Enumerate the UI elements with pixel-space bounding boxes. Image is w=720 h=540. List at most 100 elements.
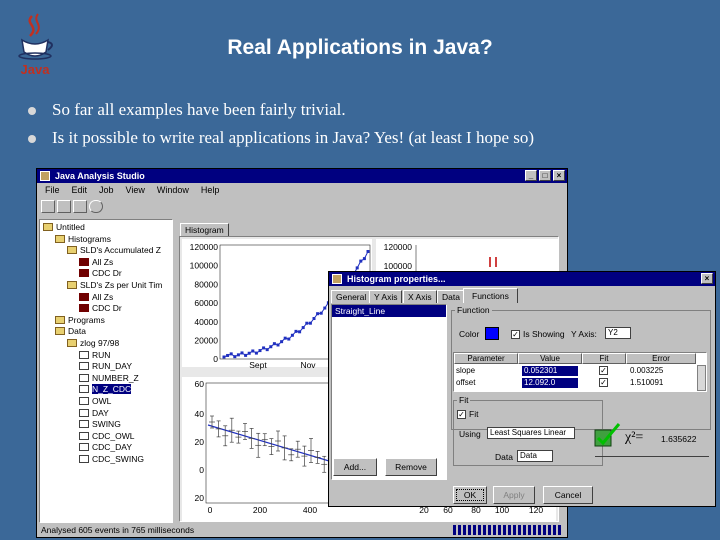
fit-checkbox-label: Fit: [469, 409, 479, 419]
tree-item[interactable]: Programs: [43, 315, 169, 327]
chi2-field: [595, 456, 709, 466]
tree-item-label: Programs: [68, 314, 105, 325]
folder-icon: [67, 246, 77, 255]
table-row-0-error: 0.003225: [630, 366, 664, 375]
tree-item-label: RUN: [92, 349, 111, 360]
table-row-1-error: 1.510091: [630, 378, 664, 387]
ok-button[interactable]: OK: [453, 486, 487, 504]
right-plot-y-tick: 120000: [384, 242, 413, 252]
chi2-value: 1.635622: [661, 434, 697, 444]
tab-histogram[interactable]: Histogram: [180, 223, 229, 236]
folder-icon: [55, 327, 65, 336]
maximize-button[interactable]: □: [539, 170, 551, 181]
open-icon[interactable]: [57, 200, 71, 213]
tab-y-axis[interactable]: Y Axis: [369, 290, 403, 303]
tab-general[interactable]: General: [331, 290, 372, 303]
apply-button[interactable]: Apply: [493, 486, 535, 504]
tree-item[interactable]: RUN_DAY: [43, 361, 169, 373]
tree-item[interactable]: SLD's Accumulated Z: [43, 245, 169, 257]
menu-edit[interactable]: Edit: [72, 183, 88, 198]
tree-item[interactable]: All Zs: [43, 257, 169, 269]
tree-item-label: SLD's Accumulated Z: [80, 245, 161, 256]
table-row-0-value[interactable]: 0.052301: [522, 366, 578, 376]
tree-item[interactable]: Untitled: [43, 222, 169, 234]
col-value[interactable]: Value: [518, 353, 582, 364]
table-row-1-value[interactable]: 12.092.0: [522, 378, 578, 388]
col-parameter[interactable]: Parameter: [454, 353, 518, 364]
menu-window[interactable]: Window: [157, 183, 189, 198]
close-button[interactable]: ×: [553, 170, 565, 181]
dialog-close-button[interactable]: ×: [701, 273, 713, 284]
tree-item[interactable]: CDC Dr: [43, 303, 169, 315]
tree-item[interactable]: SWING: [43, 419, 169, 431]
new-icon[interactable]: [41, 200, 55, 213]
col-fit[interactable]: Fit: [582, 353, 626, 364]
remove-button[interactable]: Remove: [385, 458, 437, 476]
tree-item[interactable]: CDC_DAY: [43, 442, 169, 454]
top-plot-y-tick: 60000: [194, 298, 218, 308]
fit-checkbox[interactable]: ✓: [457, 410, 466, 419]
tree-item-label: CDC_SWING: [92, 453, 144, 464]
histogram-properties-dialog: Histogram properties... × General Y Axis…: [328, 271, 716, 507]
minimize-button[interactable]: _: [525, 170, 537, 181]
top-plot-x-tick: Sept: [249, 360, 267, 370]
tree-item[interactable]: CDC_OWL: [43, 431, 169, 443]
y-axis-select[interactable]: Y2: [605, 327, 631, 339]
tree-item[interactable]: Data: [43, 326, 169, 338]
tree-item[interactable]: OWL: [43, 396, 169, 408]
tab-functions[interactable]: Functions: [463, 288, 518, 303]
cancel-button[interactable]: Cancel: [543, 486, 593, 504]
main-titlebar[interactable]: Java Analysis Studio _ □ ×: [37, 169, 567, 183]
using-select[interactable]: Least Squares Linear: [487, 427, 575, 439]
tree-item-label: N_Z_CDC: [92, 384, 132, 395]
tree-item[interactable]: zlog 97/98: [43, 338, 169, 350]
bottom-plot-y-tick: 20: [195, 437, 205, 447]
menu-job[interactable]: Job: [99, 183, 114, 198]
tree-item[interactable]: CDC Dr: [43, 268, 169, 280]
fit-status-check-icon: [594, 423, 621, 447]
folder-icon: [67, 338, 77, 347]
table-row-1-fit-checkbox[interactable]: ✓: [599, 378, 608, 387]
tab-data[interactable]: Data: [437, 290, 465, 303]
table-row-0-fit-checkbox[interactable]: ✓: [599, 366, 608, 375]
tree-item-label: DAY: [92, 407, 109, 418]
settings-icon[interactable]: [89, 200, 103, 213]
folder-icon: [55, 315, 65, 324]
tree-item[interactable]: SLD's Zs per Unit Tim: [43, 280, 169, 292]
app-icon: [40, 171, 50, 181]
col-error[interactable]: Error: [626, 353, 696, 364]
dialog-icon: [332, 274, 342, 284]
menu-view[interactable]: View: [126, 183, 145, 198]
top-plot-y-tick: 100000: [190, 261, 219, 271]
function-list[interactable]: Straight_Line: [331, 304, 447, 480]
fit-group-label: Fit: [457, 395, 471, 405]
bottom-plot-x-tick: 0: [208, 505, 213, 515]
color-swatch[interactable]: [485, 327, 499, 340]
add-button[interactable]: Add...: [333, 458, 377, 476]
tree-item[interactable]: NUMBER_Z: [43, 373, 169, 385]
is-showing-label: Is Showing: [523, 329, 565, 339]
tree-item[interactable]: All Zs: [43, 292, 169, 304]
bottom-plot-y-tick: 0: [199, 465, 204, 475]
menu-file[interactable]: File: [45, 183, 60, 198]
function-list-item[interactable]: Straight_Line: [332, 305, 446, 317]
project-tree[interactable]: Untitled Histograms SLD's Accumulated Z All…: [39, 219, 173, 523]
tab-x-axis[interactable]: X Axis: [403, 290, 437, 303]
table-row-1-parameter: offset: [456, 378, 476, 387]
bottom-plot-x-tick: 400: [303, 505, 317, 515]
tree-item[interactable]: Histograms: [43, 234, 169, 246]
data-select[interactable]: Data: [517, 450, 553, 462]
tree-item[interactable]: CDC_SWING: [43, 454, 169, 466]
dialog-titlebar[interactable]: Histogram properties... ×: [329, 272, 715, 286]
table-scrollbar[interactable]: [697, 365, 706, 391]
menu-help[interactable]: Help: [201, 183, 220, 198]
toolbar: [37, 198, 567, 216]
tree-item[interactable]: N_Z_CDC: [43, 384, 169, 396]
tree-item-label: SWING: [92, 419, 121, 430]
tree-item[interactable]: RUN: [43, 350, 169, 362]
is-showing-checkbox[interactable]: ✓: [511, 330, 520, 339]
color-label: Color: [459, 329, 480, 339]
save-icon[interactable]: [73, 200, 87, 213]
top-plot-y-tick: 20000: [194, 336, 218, 346]
tree-item[interactable]: DAY: [43, 408, 169, 420]
